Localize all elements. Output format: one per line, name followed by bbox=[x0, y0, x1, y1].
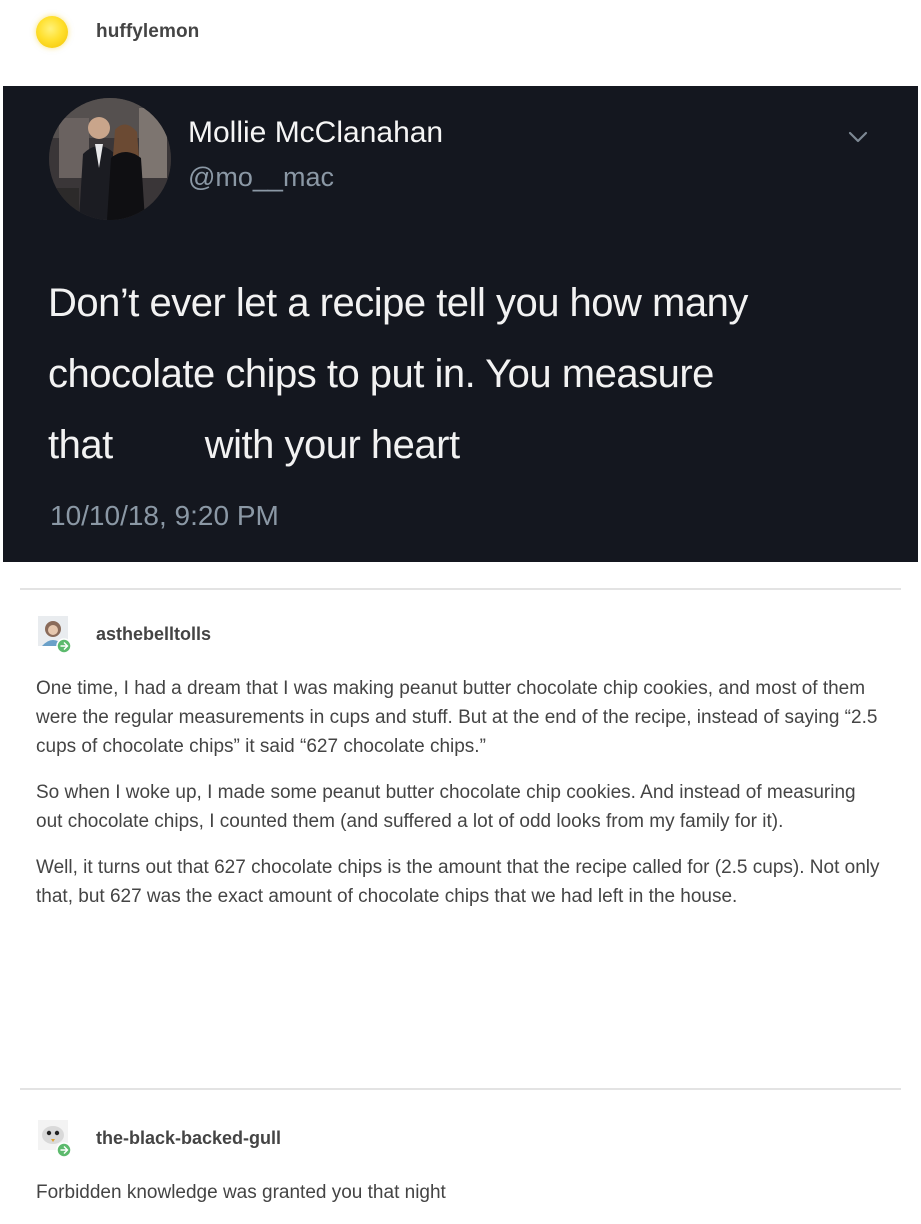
reblog-paragraph: Well, it turns out that 627 chocolate ch… bbox=[36, 857, 880, 907]
tweet-text-line: Don’t ever let a recipe tell you how man… bbox=[48, 281, 748, 325]
reblog-body: Forbidden knowledge was granted you that… bbox=[36, 1178, 886, 1224]
reblog-paragraph: So when I woke up, I made some peanut bu… bbox=[36, 782, 856, 832]
tweet-text-line: that with your heart bbox=[48, 410, 898, 481]
tweet-text: Don’t ever let a recipe tell you how man… bbox=[48, 268, 898, 481]
user-avatar-icon bbox=[38, 616, 72, 654]
reblog-paragraph: Forbidden knowledge was granted you that… bbox=[36, 1182, 446, 1203]
op-username[interactable]: huffylemon bbox=[96, 21, 199, 43]
divider bbox=[20, 1088, 901, 1090]
op-avatar[interactable] bbox=[36, 16, 68, 48]
chevron-down-icon[interactable] bbox=[845, 124, 871, 150]
reblogger-username[interactable]: asthebelltolls bbox=[96, 624, 211, 645]
reblog-paragraph: One time, I had a dream that I was makin… bbox=[36, 678, 878, 757]
reblogger-avatar[interactable] bbox=[38, 1120, 72, 1158]
tweet-text-fragment: with your heart bbox=[204, 423, 460, 467]
tweet-author-name[interactable]: Mollie McClanahan bbox=[188, 116, 443, 150]
divider bbox=[20, 588, 901, 590]
tweet-text-line: chocolate chips to put in. You measure bbox=[48, 352, 714, 396]
reblogger-avatar[interactable] bbox=[38, 616, 72, 654]
tweet-text-fragment: that bbox=[48, 423, 113, 467]
avatar-photo-icon bbox=[49, 98, 171, 220]
reblog-entry: the-black-backed-gull Forbidden knowledg… bbox=[0, 1100, 921, 1203]
post-header: huffylemon bbox=[0, 0, 921, 80]
tweet-timestamp[interactable]: 10/10/18, 9:20 PM bbox=[50, 500, 279, 532]
reblogger-username[interactable]: the-black-backed-gull bbox=[96, 1128, 281, 1149]
user-avatar-icon bbox=[38, 1120, 72, 1158]
embedded-tweet: Mollie McClanahan @mo__mac Don’t ever le… bbox=[3, 86, 918, 562]
reblog-entry: asthebelltolls One time, I had a dream t… bbox=[0, 600, 921, 1080]
tweet-author-handle[interactable]: @mo__mac bbox=[188, 162, 334, 193]
tweet-author-avatar[interactable] bbox=[49, 98, 171, 220]
reblog-body: One time, I had a dream that I was makin… bbox=[36, 674, 886, 928]
